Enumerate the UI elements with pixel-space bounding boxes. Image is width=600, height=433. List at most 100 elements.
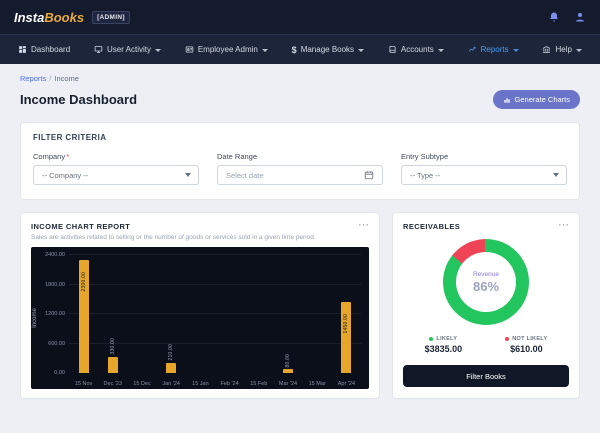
- nav-label: Manage Books: [301, 45, 354, 54]
- app-header: InstaBooks [ADMIN]: [0, 0, 600, 34]
- receivables-card: RECEIVABLES ⋯ Revenue 86% LIKELY $3835.0…: [392, 212, 580, 399]
- bar-value-label: 210.00: [168, 344, 174, 361]
- date-range-box: [217, 165, 383, 185]
- nav-label: Accounts: [401, 45, 434, 54]
- main-nav: Dashboard User Activity Employee Admin $…: [0, 34, 600, 64]
- x-tick-label: Jan '24: [162, 381, 180, 387]
- date-range-field: Date Range: [217, 152, 383, 185]
- page-title: Income Dashboard: [20, 92, 137, 107]
- dashboard-icon: [18, 45, 27, 54]
- y-tick-label: 1200.00: [45, 311, 65, 317]
- ellipsis-menu-icon[interactable]: ⋯: [358, 222, 369, 229]
- chart-bars-icon: [503, 96, 511, 104]
- company-select[interactable]: -- Company --: [33, 165, 199, 185]
- y-tick-label: 2400.00: [45, 252, 65, 258]
- donut-center-value: 86%: [473, 279, 499, 294]
- user-icon[interactable]: [574, 11, 586, 23]
- entry-subtype-value: -- Type --: [410, 171, 440, 180]
- nav-item-manage-books[interactable]: $ Manage Books: [292, 45, 364, 55]
- date-range-label: Date Range: [217, 152, 383, 161]
- dollar-icon: $: [292, 45, 297, 55]
- income-bar: [341, 302, 351, 373]
- chevron-down-icon: [358, 49, 364, 52]
- breadcrumb-separator: /: [49, 74, 51, 83]
- header-actions: [548, 11, 586, 23]
- y-axis-title: Income: [32, 308, 38, 328]
- income-card-subtitle: Sales are activities related to selling …: [31, 234, 369, 241]
- nav-label: Dashboard: [31, 45, 70, 54]
- nav-label: Help: [555, 45, 571, 54]
- filter-books-button[interactable]: Filter Books: [403, 365, 569, 387]
- bar-value-label: 330.00: [110, 338, 116, 355]
- company-label: Company*: [33, 152, 199, 161]
- nav-item-user-activity[interactable]: User Activity: [94, 45, 161, 54]
- bar-chart-plot: 2300.00330.00210.0080.001450.00: [69, 255, 361, 373]
- legend-label: LIKELY: [436, 336, 457, 342]
- title-row: Income Dashboard Generate Charts: [20, 90, 580, 109]
- y-tick-label: 1800.00: [45, 282, 65, 288]
- nav-item-reports[interactable]: Reports: [468, 45, 519, 54]
- company-select-value: -- Company --: [42, 171, 88, 180]
- receivables-card-title: RECEIVABLES: [403, 222, 460, 231]
- breadcrumb-reports-link[interactable]: Reports: [20, 74, 46, 83]
- book-icon: [388, 45, 397, 54]
- legend-amount: $3835.00: [425, 344, 463, 354]
- donut-center: Revenue 86%: [456, 252, 516, 312]
- x-axis-labels: 15 NovDec '2315 DecJan '2415 JanFeb '241…: [69, 377, 361, 387]
- y-axis-ticks: 0.00 600.00 1200.00 1800.00 2400.00: [39, 255, 65, 373]
- nav-item-dashboard[interactable]: Dashboard: [18, 45, 70, 54]
- entry-subtype-label: Entry Subtype: [401, 152, 567, 161]
- admin-badge: [ADMIN]: [92, 11, 130, 24]
- nav-label: User Activity: [107, 45, 151, 54]
- chevron-down-icon: [438, 49, 444, 52]
- nav-item-employee-admin[interactable]: Employee Admin: [185, 45, 268, 54]
- income-card-title: INCOME CHART REPORT: [31, 222, 130, 231]
- legend-label: NOT LIKELY: [512, 336, 547, 342]
- bar-value-label: 80.00: [285, 354, 291, 368]
- nav-item-accounts[interactable]: Accounts: [388, 45, 444, 54]
- cards-row: INCOME CHART REPORT ⋯ Sales are activiti…: [20, 212, 580, 399]
- chevron-down-icon: [553, 173, 559, 177]
- date-range-input[interactable]: [226, 171, 364, 180]
- generate-charts-button[interactable]: Generate Charts: [493, 90, 580, 109]
- x-tick-label: 15 Dec: [133, 381, 150, 387]
- bank-icon: [542, 45, 551, 54]
- entry-subtype-select[interactable]: -- Type --: [401, 165, 567, 185]
- filter-criteria-title: FILTER CRITERIA: [33, 133, 567, 142]
- nav-label: Reports: [481, 45, 509, 54]
- x-tick-label: Feb '24: [221, 381, 239, 387]
- income-bar: [108, 357, 118, 373]
- chevron-down-icon: [262, 49, 268, 52]
- nav-item-help[interactable]: Help: [542, 45, 581, 54]
- receivables-card-header: RECEIVABLES ⋯: [403, 222, 569, 231]
- breadcrumb: Reports/Income: [20, 74, 580, 83]
- legend-amount: $610.00: [505, 344, 547, 354]
- ellipsis-menu-icon[interactable]: ⋯: [558, 222, 569, 229]
- entry-subtype-field: Entry Subtype -- Type --: [401, 152, 567, 185]
- nav-label: Employee Admin: [198, 45, 258, 54]
- income-bar: [283, 369, 293, 373]
- x-tick-label: Dec '23: [104, 381, 122, 387]
- generate-charts-label: Generate Charts: [515, 95, 570, 104]
- calendar-icon[interactable]: [364, 170, 374, 180]
- x-tick-label: 15 Feb: [250, 381, 267, 387]
- income-chart-card: INCOME CHART REPORT ⋯ Sales are activiti…: [20, 212, 380, 399]
- legend-dot: [505, 337, 509, 341]
- brand-part-1: Insta: [14, 10, 44, 25]
- app-logo[interactable]: InstaBooks [ADMIN]: [14, 10, 130, 25]
- bell-icon[interactable]: [548, 11, 560, 23]
- chart-line-icon: [468, 45, 477, 54]
- chevron-down-icon: [513, 49, 519, 52]
- receivables-donut: Revenue 86%: [443, 239, 529, 325]
- x-tick-label: 15 Nov: [75, 381, 92, 387]
- y-tick-label: 600.00: [48, 341, 65, 347]
- bar-value-label: 1450.00: [343, 314, 349, 333]
- filter-grid: Company* -- Company -- Date Range Entry …: [33, 152, 567, 185]
- breadcrumb-current: Income: [54, 74, 79, 83]
- legend-item-not-likely: NOT LIKELY $610.00: [505, 336, 547, 354]
- income-bar-chart: Income 0.00 600.00 1200.00 1800.00 2400.00 2…: [31, 247, 369, 389]
- donut-center-label: Revenue: [473, 271, 499, 278]
- brand-part-2: Books: [44, 10, 84, 25]
- x-tick-label: 15 Mar: [309, 381, 326, 387]
- y-tick-label: 0.00: [54, 370, 65, 376]
